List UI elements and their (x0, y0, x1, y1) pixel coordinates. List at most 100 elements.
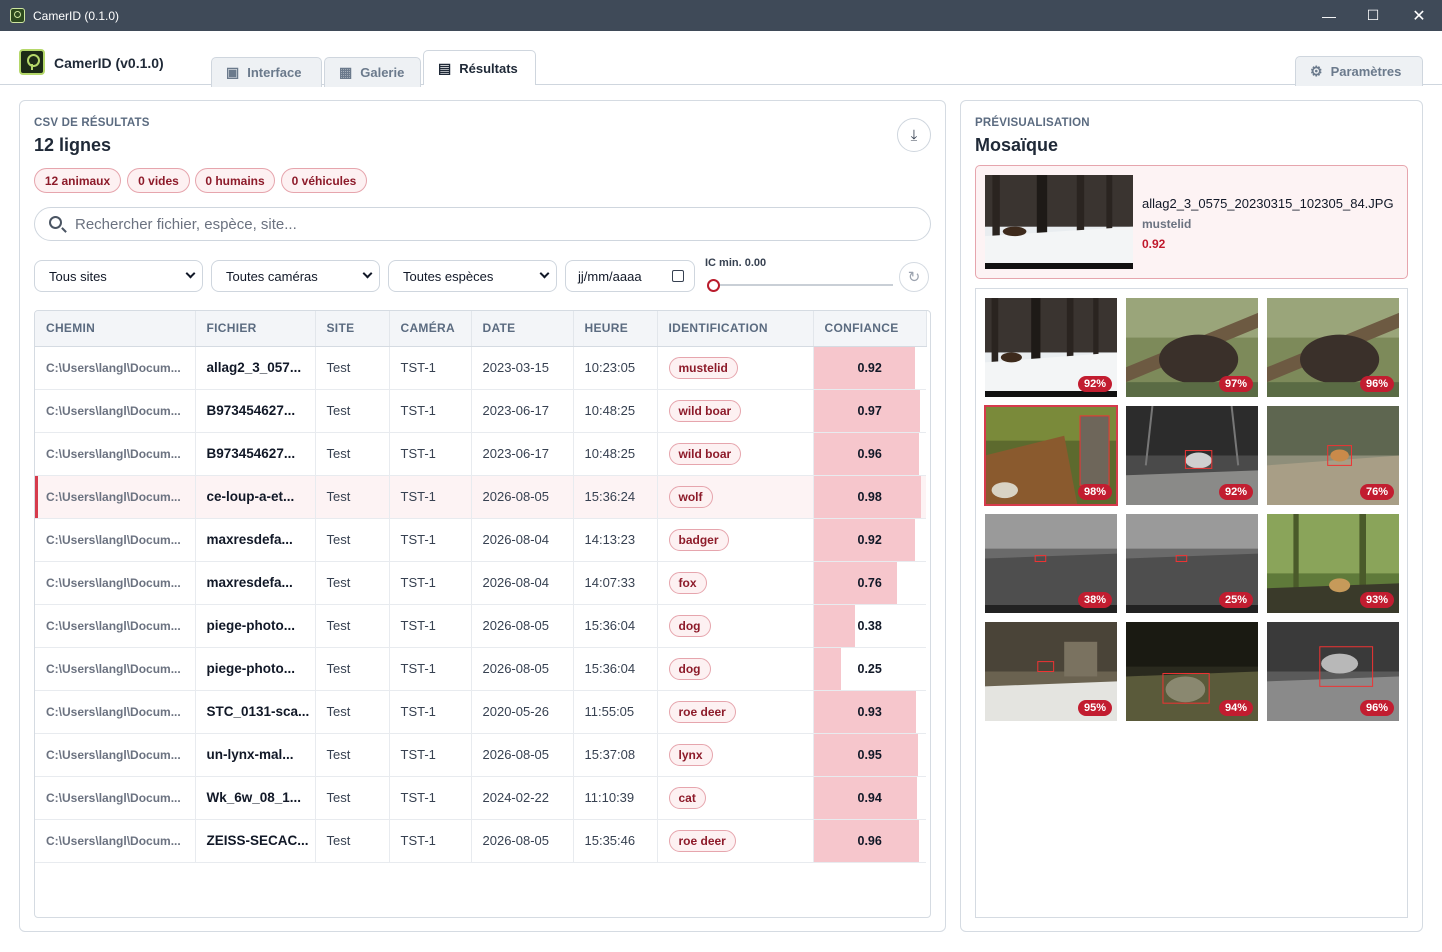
cell-site: Test (315, 432, 390, 476)
cell-site: Test (315, 518, 390, 562)
cell-identification: dog (657, 647, 814, 691)
date-input[interactable]: jj/mm/aaaa (565, 260, 695, 292)
table-row[interactable]: C:\Users\langl\Docum... maxresdefa... Test… (35, 518, 926, 562)
mosaic-tile[interactable]: 38% (985, 514, 1117, 613)
pill-empty[interactable]: 0 vides (127, 168, 190, 193)
cell-camera: TST-1 (389, 819, 472, 863)
col-header-path[interactable]: CHEMIN (35, 311, 196, 347)
featured-species: mustelid (1142, 217, 1192, 231)
table-row[interactable]: C:\Users\langl\Docum... piege-photo... Tes… (35, 604, 926, 648)
image-search-icon: ▣ (226, 64, 240, 80)
col-header-site[interactable]: SITE (315, 311, 390, 347)
cell-path: C:\Users\langl\Docum... (35, 733, 196, 777)
results-kicker: CSV DE RÉSULTATS (34, 117, 150, 129)
mosaic-tile[interactable]: 98% (984, 405, 1118, 506)
table-row[interactable]: C:\Users\langl\Docum... allag2_3_057... Te… (35, 346, 926, 390)
search-icon (49, 216, 62, 229)
mosaic-tile[interactable]: 93% (1267, 514, 1399, 613)
col-header-identification[interactable]: IDENTIFICATION (657, 311, 814, 347)
app-brand: CamerID (v0.1.0) (54, 55, 164, 71)
ic-slider-track[interactable] (713, 284, 893, 286)
species-badge: dog (668, 614, 711, 637)
document-icon: ▤ (438, 59, 452, 76)
cell-identification: badger (657, 518, 814, 562)
confidence-bar (813, 561, 898, 603)
cell-camera: TST-1 (389, 604, 472, 648)
cell-confidence: 0.94 (813, 776, 926, 820)
search-input[interactable] (75, 210, 915, 238)
col-header-file[interactable]: FICHIER (195, 311, 316, 347)
gallery-icon: ▦ (339, 64, 353, 80)
camera-select[interactable]: Toutes caméras (211, 260, 380, 292)
table-row[interactable]: C:\Users\langl\Docum... Wk_6w_08_1... Test… (35, 776, 926, 820)
col-header-time[interactable]: HEURE (573, 311, 658, 347)
mosaic-tile[interactable]: 92% (985, 298, 1117, 397)
cell-confidence: 0.96 (813, 819, 926, 863)
species-badge: lynx (668, 743, 713, 766)
species-badge: mustelid (668, 356, 738, 379)
cell-path: C:\Users\langl\Docum... (35, 690, 196, 734)
camera-select-value: Toutes caméras (226, 268, 318, 284)
col-header-date[interactable]: DATE (471, 311, 574, 347)
window-titlebar: CamerID (0.1.0) — ☐ ✕ (0, 0, 1442, 31)
pill-animals[interactable]: 12 animaux (34, 168, 121, 193)
table-row[interactable]: C:\Users\langl\Docum... maxresdefa... Test… (35, 561, 926, 605)
mosaic-tile[interactable]: 96% (1267, 622, 1399, 721)
tab-galerie[interactable]: ▦ Galerie (324, 57, 421, 87)
cell-confidence: 0.38 (813, 604, 926, 648)
mosaic-tile[interactable]: 92% (1126, 406, 1258, 505)
mosaic-tile[interactable]: 95% (985, 622, 1117, 721)
table-row[interactable]: C:\Users\langl\Docum... B973454627... Test… (35, 432, 926, 476)
table-row[interactable]: C:\Users\langl\Docum... ZEISS-SECAC... Tes… (35, 819, 926, 863)
cell-camera: TST-1 (389, 690, 472, 734)
settings-button[interactable]: ⚙ Paramètres (1295, 56, 1423, 86)
chevron-down-icon (362, 268, 373, 279)
cell-path: C:\Users\langl\Docum... (35, 346, 196, 390)
cell-date: 2026-08-05 (471, 647, 574, 691)
search-box (34, 207, 931, 241)
cell-time: 10:48:25 (573, 432, 658, 476)
cell-time: 15:36:24 (573, 475, 658, 519)
cell-site: Test (315, 647, 390, 691)
table-row[interactable]: C:\Users\langl\Docum... ce-loup-a-et... Te… (35, 475, 926, 519)
mosaic-tile[interactable]: 76% (1267, 406, 1399, 505)
reset-filters-button[interactable]: ↻ (899, 262, 929, 292)
table-row[interactable]: C:\Users\langl\Docum... STC_0131-sca... Te… (35, 690, 926, 734)
cell-camera: TST-1 (389, 389, 472, 433)
tab-galerie-label: Galerie (360, 65, 405, 80)
cell-confidence: 0.92 (813, 518, 926, 562)
confidence-value: 0.95 (857, 747, 882, 762)
tab-resultats[interactable]: ▤ Résultats (423, 50, 536, 85)
pill-vehicles[interactable]: 0 véhicules (281, 168, 367, 193)
mosaic-tile[interactable]: 94% (1126, 622, 1258, 721)
cell-time: 10:23:05 (573, 346, 658, 390)
tab-resultats-label: Résultats (459, 60, 518, 76)
cell-site: Test (315, 346, 390, 390)
cell-file: maxresdefa... (195, 518, 316, 562)
site-select[interactable]: Tous sites (34, 260, 203, 292)
maximize-icon[interactable]: ☐ (1350, 0, 1396, 31)
table-row[interactable]: C:\Users\langl\Docum... B973454627... Test… (35, 389, 926, 433)
cell-date: 2026-08-05 (471, 475, 574, 519)
col-header-confidence[interactable]: CONFIANCE (813, 311, 927, 347)
mosaic-tile[interactable]: 97% (1126, 298, 1258, 397)
confidence-value: 0.92 (857, 360, 882, 375)
pill-humans[interactable]: 0 humains (195, 168, 275, 193)
cell-camera: TST-1 (389, 776, 472, 820)
table-row[interactable]: C:\Users\langl\Docum... piege-photo... Tes… (35, 647, 926, 691)
species-select[interactable]: Toutes espèces (388, 260, 557, 292)
tile-confidence-badge: 93% (1359, 592, 1394, 608)
table-row[interactable]: C:\Users\langl\Docum... un-lynx-mal... Tes… (35, 733, 926, 777)
close-icon[interactable]: ✕ (1396, 0, 1442, 31)
confidence-value: 0.96 (857, 833, 882, 848)
ic-slider-thumb[interactable] (707, 279, 720, 292)
mosaic-tile[interactable]: 25% (1126, 514, 1258, 613)
tab-interface[interactable]: ▣ Interface (211, 57, 322, 87)
featured-preview-card[interactable]: allag2_3_0575_20230315_102305_84.JPG mus… (975, 165, 1408, 279)
cell-confidence: 0.76 (813, 561, 926, 605)
calendar-icon[interactable] (672, 270, 684, 282)
minimize-icon[interactable]: — (1306, 0, 1352, 31)
mosaic-tile[interactable]: 96% (1267, 298, 1399, 397)
download-button[interactable]: ⤓ (897, 118, 931, 152)
col-header-camera[interactable]: CAMÉRA (389, 311, 472, 347)
